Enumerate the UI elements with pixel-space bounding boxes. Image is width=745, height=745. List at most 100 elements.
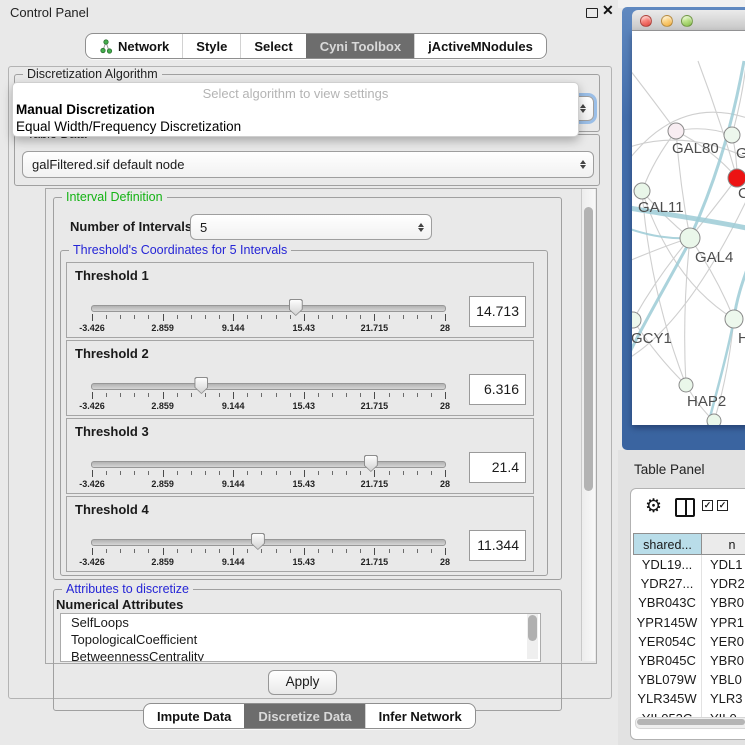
table-cell[interactable]: YPR145W (633, 613, 702, 632)
checkbox-icon[interactable]: ✓ (717, 500, 728, 511)
table-cell[interactable]: YLR3 (702, 689, 745, 708)
list-item[interactable]: BetweennessCentrality (61, 648, 540, 662)
network-node[interactable] (724, 127, 740, 143)
list-scrollbar[interactable] (527, 614, 538, 659)
table-cell[interactable]: YBR0 (702, 593, 745, 612)
tab-label: Select (254, 39, 292, 54)
network-node[interactable] (634, 183, 650, 199)
tab-label: Infer Network (379, 709, 462, 724)
network-node[interactable] (725, 310, 743, 328)
threshold-4-slider[interactable]: -3.4262.8599.14415.4321.71528 (91, 539, 446, 546)
network-canvas[interactable]: GAL80GACGAL11GAL4GCY1HHAP2 (632, 31, 745, 425)
combo-arrows-icon (580, 104, 586, 113)
table-cell[interactable]: YDR27... (633, 574, 702, 593)
tab-network[interactable]: Network (86, 34, 182, 58)
table-cell[interactable]: YDR2 (702, 574, 745, 593)
tab-discretize-data[interactable]: Discretize Data (244, 704, 364, 728)
table-cell[interactable]: YER0 (702, 632, 745, 651)
table-cell[interactable]: YBL0 (702, 670, 745, 689)
table-data-value: galFiltered.sif default node (23, 157, 184, 172)
network-view-window[interactable]: GAL80GACGAL11GAL4GCY1HHAP2 (622, 7, 745, 450)
table-row[interactable]: YDL19...YDL1 (633, 555, 745, 574)
threshold-3-value-field[interactable]: 21.4 (469, 452, 526, 483)
close-icon[interactable]: ✕ (602, 2, 614, 19)
column-header[interactable]: n (702, 533, 745, 555)
node-label: GA (736, 145, 745, 162)
network-window-titlebar (632, 10, 745, 31)
table-row[interactable]: YBR043CYBR0 (633, 593, 745, 612)
control-panel-tabbar: Network Style Select Cyni Toolbox jActiv… (85, 33, 547, 59)
table-row[interactable]: YLR345WYLR3 (633, 689, 745, 708)
threshold-2-slider[interactable]: -3.4262.8599.14415.4321.71528 (91, 383, 446, 390)
algorithm-dropdown: Select algorithm to view settings Manual… (12, 82, 579, 137)
tab-label: Style (196, 39, 227, 54)
float-window-icon[interactable] (586, 8, 598, 18)
cyni-mode-tabbar: Impute Data Discretize Data Infer Networ… (143, 703, 476, 729)
network-node[interactable] (668, 123, 684, 139)
list-item[interactable]: TopologicalCoefficient (61, 631, 540, 648)
apply-button[interactable]: Apply (268, 670, 337, 695)
tab-label: Impute Data (157, 709, 231, 724)
split-columns-icon[interactable] (675, 498, 695, 517)
network-icon (99, 39, 113, 54)
table-cell[interactable]: YBR045C (633, 651, 702, 670)
threshold-label: Threshold 4 (75, 502, 149, 517)
tab-select[interactable]: Select (240, 34, 305, 58)
tab-jactivemnodules[interactable]: jActiveMNodules (414, 34, 546, 58)
threshold-2-value-field[interactable]: 6.316 (469, 374, 526, 405)
table-data-select[interactable]: galFiltered.sif default node (22, 151, 594, 178)
tab-style[interactable]: Style (182, 34, 240, 58)
threshold-1-value-field[interactable]: 14.713 (469, 296, 526, 327)
group-title: Threshold's Coordinates for 5 Intervals (69, 243, 291, 257)
table-cell[interactable]: YBR043C (633, 593, 702, 612)
checkbox-icon[interactable]: ✓ (702, 500, 713, 511)
tab-label: Cyni Toolbox (320, 39, 401, 54)
table-row[interactable]: YBR045CYBR0 (633, 651, 745, 670)
threshold-3-slider[interactable]: -3.4262.8599.14415.4321.71528 (91, 461, 446, 468)
table-cell[interactable]: YLR345W (633, 689, 702, 708)
table-row[interactable]: YER054CYER0 (633, 632, 745, 651)
group-title: Interval Definition (62, 190, 167, 204)
node-label: GCY1 (632, 330, 672, 347)
network-node[interactable] (679, 378, 693, 392)
threshold-1-slider[interactable]: -3.4262.8599.14415.4321.71528 (91, 305, 446, 312)
tab-cyni-toolbox[interactable]: Cyni Toolbox (306, 34, 414, 58)
numerical-attributes-list[interactable]: SelfLoopsTopologicalCoefficientBetweenne… (60, 613, 541, 662)
table-cell[interactable]: YBL079W (633, 670, 702, 689)
spinner-arrows-icon (418, 223, 424, 232)
network-node[interactable] (632, 312, 641, 328)
table-cell[interactable]: YER054C (633, 632, 702, 651)
table-row[interactable]: YBL079WYBL0 (633, 670, 745, 689)
app-window: Control Panel ✕ Network Style Select Cyn… (0, 0, 745, 745)
intervals-spinner[interactable]: 5 (190, 214, 432, 240)
table-cell[interactable]: YDL19... (633, 555, 702, 574)
close-traffic-light-icon[interactable] (640, 15, 652, 27)
threshold-4-panel: Threshold 4 -3.4262.8599.14415.4321.7152… (66, 496, 534, 572)
node-label: GAL11 (638, 199, 684, 216)
table-cell[interactable]: YBR0 (702, 651, 745, 670)
tab-label: Discretize Data (258, 709, 351, 724)
network-graph: GAL80GACGAL11GAL4GCY1HHAP2 (632, 31, 745, 425)
table-panel-body: ⚙ ✓ ✓ shared... n YDL19...YDL1YDR27...YD… (630, 488, 745, 740)
zoom-traffic-light-icon[interactable] (681, 15, 693, 27)
table-row[interactable]: YDR27...YDR2 (633, 574, 745, 593)
gear-icon[interactable]: ⚙ (645, 495, 662, 518)
minimize-traffic-light-icon[interactable] (661, 15, 673, 27)
table-cell[interactable]: YPR1 (702, 613, 745, 632)
table-row[interactable]: YPR145WYPR1 (633, 613, 745, 632)
horizontal-scrollbar[interactable] (635, 717, 745, 729)
group-title: Attributes to discretize (62, 582, 193, 596)
network-node[interactable] (680, 228, 700, 248)
tab-infer-network[interactable]: Infer Network (365, 704, 475, 728)
threshold-4-value-field[interactable]: 11.344 (469, 530, 526, 561)
column-header[interactable]: shared... (633, 533, 702, 555)
list-item[interactable]: SelfLoops (61, 614, 540, 631)
panel-scrollbar[interactable] (581, 189, 595, 661)
dropdown-option-manual[interactable]: Manual Discretization (16, 102, 155, 117)
dropdown-option-equal-width[interactable]: Equal Width/Frequency Discretization (16, 119, 241, 134)
threshold-1-panel: Threshold 1 -3.4262.8599.14415.4321.7152… (66, 262, 534, 338)
network-node[interactable] (707, 414, 721, 425)
node-attribute-table[interactable]: shared... n YDL19...YDL1YDR27...YDR2YBR0… (633, 533, 745, 737)
tab-impute-data[interactable]: Impute Data (144, 704, 244, 728)
table-cell[interactable]: YDL1 (702, 555, 745, 574)
